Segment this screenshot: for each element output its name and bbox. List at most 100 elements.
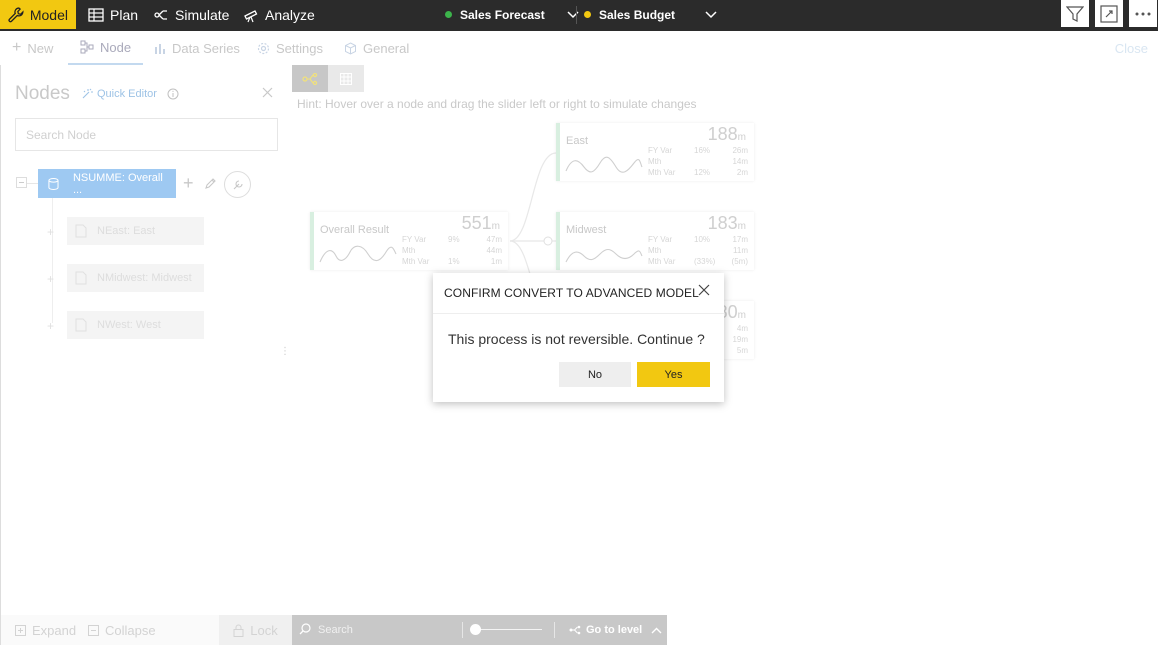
expand-all-icon bbox=[15, 624, 26, 636]
search-node-input[interactable]: Search Node bbox=[15, 118, 278, 151]
top-bar: Model Plan Simulate Analyze Sales Foreca… bbox=[0, 0, 1158, 31]
node-stats: FY Var 16% 26m Mth 14m Mth Var 12% 2m bbox=[648, 146, 748, 177]
filter-icon bbox=[1066, 5, 1084, 22]
simulate-tab[interactable]: Simulate bbox=[145, 0, 237, 29]
close-icon[interactable] bbox=[698, 284, 710, 296]
hierarchy-icon bbox=[302, 72, 318, 85]
new-button[interactable]: + New bbox=[12, 31, 53, 65]
node-icon bbox=[80, 40, 94, 54]
expand-button[interactable]: Expand bbox=[15, 623, 76, 638]
sparkline bbox=[565, 156, 643, 173]
dialog-message: This process is not reversible. Continue… bbox=[448, 331, 705, 347]
tree-child-label: NWest: West bbox=[97, 319, 161, 331]
node-stats: FY Var 9% 47m Mth 44m Mth Var 1% 1m bbox=[402, 235, 502, 266]
gear-icon bbox=[257, 42, 270, 54]
expand-toggle[interactable]: + bbox=[47, 272, 54, 286]
table-icon bbox=[88, 7, 104, 22]
scenario-label: Sales Forecast bbox=[460, 7, 545, 22]
tree-line bbox=[52, 198, 53, 323]
tab-node-label: Node bbox=[100, 39, 132, 55]
scenario-sales-budget[interactable]: Sales Budget bbox=[584, 0, 717, 29]
simulate-icon bbox=[154, 9, 167, 20]
close-icon[interactable] bbox=[262, 87, 273, 98]
plan-tab-label: Plan bbox=[110, 6, 139, 23]
tree-child-node[interactable]: NMidwest: Midwest bbox=[67, 264, 204, 292]
node-tools-button[interactable] bbox=[224, 171, 251, 198]
info-icon[interactable] bbox=[167, 88, 179, 100]
new-label: New bbox=[27, 40, 54, 56]
quick-editor-label: Quick Editor bbox=[97, 88, 157, 100]
panel-footer: Expand Collapse Lock bbox=[1, 615, 292, 645]
plan-tab[interactable]: Plan bbox=[80, 0, 146, 29]
bar-chart-icon bbox=[155, 44, 165, 54]
more-icon bbox=[1135, 12, 1151, 15]
resize-handle[interactable]: ⋮⋮ bbox=[280, 347, 300, 365]
hierarchy-icon bbox=[569, 625, 581, 635]
document-icon bbox=[75, 318, 87, 332]
grid-view-tab[interactable] bbox=[328, 65, 364, 92]
add-child-icon[interactable]: + bbox=[183, 173, 194, 194]
expand-toggle[interactable]: + bbox=[47, 225, 54, 239]
filter-button[interactable] bbox=[1061, 0, 1089, 27]
node-name: Midwest bbox=[566, 224, 607, 236]
focus-mode-button[interactable] bbox=[1095, 0, 1123, 27]
node-card-overall-result[interactable]: Overall Result 551m FY Var 9% 47m Mth 44m M… bbox=[310, 212, 508, 270]
sparkline bbox=[565, 248, 643, 263]
yes-button[interactable]: Yes bbox=[637, 362, 710, 387]
zoom-slider-thumb[interactable] bbox=[470, 624, 481, 635]
tree-view-tab[interactable] bbox=[292, 65, 328, 92]
scenario-status-dot bbox=[445, 11, 452, 18]
expand-icon bbox=[1100, 4, 1118, 23]
tree-root-node[interactable]: NSUMME: Overall ... bbox=[38, 169, 176, 198]
more-options-button[interactable] bbox=[1129, 0, 1157, 27]
collapse-button[interactable]: Collapse bbox=[88, 623, 156, 638]
close-link[interactable]: Close bbox=[1115, 31, 1148, 65]
collapse-toggle[interactable] bbox=[16, 177, 27, 188]
dialog-title: CONFIRM CONVERT TO ADVANCED MODEL bbox=[444, 286, 699, 300]
quick-editor-link[interactable]: Quick Editor bbox=[81, 88, 179, 100]
tab-general[interactable]: General bbox=[344, 31, 409, 65]
node-card-midwest[interactable]: Midwest 183m FY Var 10% 17m Mth 11m Mth Var… bbox=[556, 212, 754, 270]
menu-bar: + New Node Data Series Settings General … bbox=[0, 31, 1158, 65]
search-icon bbox=[299, 623, 311, 635]
expand-label: Expand bbox=[32, 622, 77, 638]
sparkle-icon bbox=[82, 88, 93, 99]
scenario-label: Sales Budget bbox=[599, 7, 676, 22]
tab-data-series[interactable]: Data Series bbox=[154, 31, 240, 65]
tree-line bbox=[27, 183, 38, 184]
divider bbox=[554, 622, 555, 638]
database-icon bbox=[48, 177, 59, 190]
tree-child-node[interactable]: NWest: West bbox=[67, 311, 204, 339]
simulate-tab-label: Simulate bbox=[175, 6, 230, 23]
lock-button[interactable]: Lock bbox=[219, 615, 292, 645]
expand-toggle[interactable]: + bbox=[47, 319, 54, 333]
nodes-panel: Nodes Quick Editor Search Node NSUMME: O… bbox=[0, 65, 300, 645]
collapse-all-icon bbox=[88, 624, 99, 636]
model-canvas: Hint: Hover over a node and drag the sli… bbox=[292, 65, 1158, 645]
node-name: Overall Result bbox=[320, 224, 390, 236]
node-value: 551m bbox=[461, 213, 500, 233]
go-to-level-button[interactable]: Go to level bbox=[569, 615, 662, 645]
no-button[interactable]: No bbox=[559, 362, 631, 387]
divider bbox=[576, 6, 577, 24]
pencil-icon[interactable] bbox=[204, 177, 217, 190]
tab-data-series-label: Data Series bbox=[172, 40, 240, 56]
node-card-east[interactable]: East 188m FY Var 16% 26m Mth 14m Mth Var 12%… bbox=[556, 123, 754, 181]
chevron-down-icon[interactable] bbox=[705, 10, 717, 19]
analyze-tab[interactable]: Analyze bbox=[235, 0, 323, 29]
telescope-icon bbox=[244, 9, 258, 22]
scenario-sales-forecast[interactable]: Sales Forecast bbox=[445, 0, 579, 29]
tree-root-label: NSUMME: Overall ... bbox=[72, 171, 163, 196]
canvas-search-input[interactable]: Search bbox=[318, 624, 353, 636]
tab-node[interactable]: Node bbox=[68, 31, 144, 65]
document-icon bbox=[75, 271, 87, 285]
lock-icon bbox=[233, 624, 244, 637]
tree-child-node[interactable]: NEast: East bbox=[67, 217, 204, 245]
lock-label: Lock bbox=[250, 622, 278, 638]
zoom-slider-track[interactable] bbox=[474, 629, 542, 630]
model-tab-label: Model bbox=[29, 6, 68, 23]
node-value: 188m bbox=[707, 124, 746, 144]
confirm-dialog: CONFIRM CONVERT TO ADVANCED MODEL This p… bbox=[433, 273, 724, 402]
model-tab[interactable]: Model bbox=[0, 0, 76, 29]
tab-settings[interactable]: Settings bbox=[257, 31, 323, 65]
